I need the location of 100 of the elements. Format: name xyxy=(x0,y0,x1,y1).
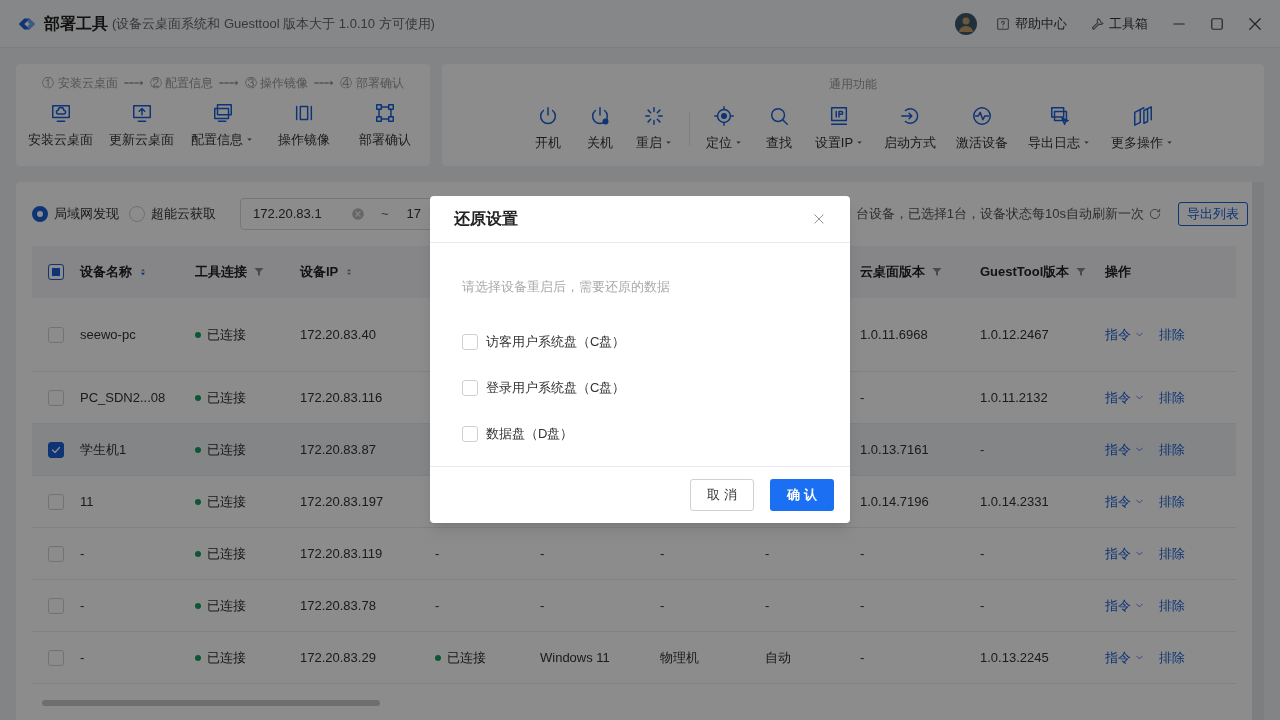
filter-icon xyxy=(931,266,943,278)
toolbar-button[interactable]: 启动方式 xyxy=(874,105,947,153)
command-link[interactable]: 指令 xyxy=(1105,491,1145,512)
toolbar-button[interactable]: 部署确认 xyxy=(345,102,426,150)
radio-option[interactable]: 超能云获取 xyxy=(129,204,216,224)
horizontal-scrollbar[interactable] xyxy=(42,700,380,706)
table-cell-text: 已连接 xyxy=(207,492,246,511)
table-cell-text: 已连接 xyxy=(207,544,246,563)
table-cell-text: - xyxy=(980,544,985,563)
table-cell-text: 11 xyxy=(80,492,94,511)
dashed-arrow-icon xyxy=(121,78,146,88)
exclude-link[interactable]: 排除 xyxy=(1159,439,1185,460)
pulse-circle-icon xyxy=(971,105,994,127)
toolbar-link[interactable]: 帮助中心 xyxy=(995,13,1067,34)
monitor-stack-icon xyxy=(211,102,234,124)
command-link[interactable]: 指令 xyxy=(1105,543,1145,564)
restore-option-checkbox[interactable]: 登录用户系统盘（C盘） xyxy=(462,364,818,411)
table-cell-text: Windows 11 xyxy=(540,648,610,667)
toolbar-button[interactable]: 配置信息 xyxy=(182,102,263,150)
dialog-hint: 请选择设备重启后，需要还原的数据 xyxy=(462,278,671,296)
table-cell-text: - xyxy=(980,440,985,459)
table-cell-text: - xyxy=(860,648,865,667)
table-cell-text: seewo-pc xyxy=(80,325,136,344)
table-cell-text: 172.20.83.197 xyxy=(300,492,384,511)
confirm-button[interactable]: 确 认 xyxy=(770,479,834,511)
toolbar-button[interactable]: 关机 xyxy=(573,105,626,153)
clear-icon xyxy=(351,207,365,221)
toolbar-button[interactable]: 操作镜像 xyxy=(264,102,345,150)
cloud-monitor-icon xyxy=(49,102,72,124)
command-link[interactable]: 指令 xyxy=(1105,324,1145,345)
restore-option-checkbox[interactable]: 数据盘（D盘） xyxy=(462,410,818,457)
column-header[interactable]: GuestTool版本 xyxy=(980,262,1088,282)
loading-rays-icon xyxy=(643,105,666,127)
layers-icon xyxy=(1131,105,1154,127)
table-cell-text: 172.20.83.87 xyxy=(300,440,376,459)
table-cell-text: - xyxy=(765,596,770,615)
table-cell-text: - xyxy=(860,544,865,563)
toolbar-link[interactable]: 工具箱 xyxy=(1089,13,1148,34)
command-link[interactable]: 指令 xyxy=(1105,387,1145,408)
column-header[interactable]: 设备IP xyxy=(300,262,355,282)
table-cell-text: - xyxy=(80,596,85,615)
table-cell-text: 1.0.11.6968 xyxy=(860,325,928,344)
toolbar-button[interactable]: 定位 xyxy=(695,105,753,153)
exclude-link[interactable]: 排除 xyxy=(1159,324,1185,345)
table-cell-text: 172.20.83.116 xyxy=(300,388,383,407)
table-cell-text: PC_SDN2...08 xyxy=(80,388,166,407)
table-cell-text: 172.20.83.78 xyxy=(300,596,376,615)
table-cell-text: 自动 xyxy=(765,648,791,667)
toolbar-button[interactable]: 重启 xyxy=(625,105,683,153)
table-cell-text: 学生机1 xyxy=(80,440,127,459)
filter-icon xyxy=(1075,266,1088,278)
table-cell-text: - xyxy=(540,544,545,563)
toolbar-button[interactable]: 设置IP xyxy=(804,105,875,153)
table-cell-text: 已连接 xyxy=(207,388,246,407)
exclude-link[interactable]: 排除 xyxy=(1159,647,1185,668)
exclude-link[interactable]: 排除 xyxy=(1159,595,1185,616)
exclude-link[interactable]: 排除 xyxy=(1159,491,1185,512)
toolbar-button[interactable]: 激活设备 xyxy=(946,105,1019,153)
column-header[interactable]: 操作 xyxy=(1105,262,1131,282)
table-cell-text: - xyxy=(435,596,440,615)
cancel-button[interactable]: 取 消 xyxy=(690,479,754,511)
toolbar-button[interactable]: 开机 xyxy=(521,105,574,153)
toolbar-button[interactable]: 安装云桌面 xyxy=(20,102,101,150)
table-cell-text: - xyxy=(80,648,85,667)
refresh-icon[interactable] xyxy=(1148,207,1162,221)
command-link[interactable]: 指令 xyxy=(1105,647,1145,668)
table-cell-text: 1.0.11.2132 xyxy=(980,388,1048,407)
table-cell-text: - xyxy=(540,596,545,615)
table-cell-text: - xyxy=(860,388,865,407)
table-cell-text: 172.20.83.40 xyxy=(300,325,376,344)
export-list-button[interactable]: 导出列表 xyxy=(1178,202,1248,226)
select-all-checkbox[interactable] xyxy=(48,264,64,280)
table-cell-text: 已连接 xyxy=(447,648,486,667)
row-checkbox[interactable] xyxy=(48,441,64,458)
command-link[interactable]: 指令 xyxy=(1105,595,1145,616)
close-icon[interactable] xyxy=(812,212,826,226)
column-header[interactable]: 工具连接 xyxy=(195,262,265,282)
command-link[interactable]: 指令 xyxy=(1105,439,1145,460)
radio-option[interactable]: 局域网发现 xyxy=(32,204,119,224)
table-cell-text: - xyxy=(660,596,665,615)
toolbar-button[interactable]: 查找 xyxy=(752,105,805,153)
table-cell-text: 1.0.12.2467 xyxy=(980,325,1049,344)
wrench-icon xyxy=(1089,15,1105,32)
table-cell-text: 1.0.14.2331 xyxy=(980,492,1049,511)
column-header[interactable]: 设备名称 xyxy=(80,262,148,282)
avatar-icon[interactable] xyxy=(955,12,977,35)
table-cell-text: 1.0.14.7196 xyxy=(860,492,929,511)
column-header[interactable]: 云桌面版本 xyxy=(860,262,943,282)
exclude-link[interactable]: 排除 xyxy=(1159,543,1185,564)
table-cell-text: 已连接 xyxy=(207,325,246,344)
restore-option-checkbox[interactable]: 访客用户系统盘（C盘） xyxy=(462,318,818,365)
toolbar-button[interactable]: 更多操作 xyxy=(1101,105,1185,153)
table-cell-text: 已连接 xyxy=(207,596,246,615)
toolbar-button[interactable]: 导出日志 xyxy=(1018,105,1102,153)
exclude-link[interactable]: 排除 xyxy=(1159,387,1185,408)
dialog-title: 还原设置 xyxy=(454,209,518,229)
toolbar-button[interactable]: 更新云桌面 xyxy=(101,102,182,150)
window-title: 部署工具 xyxy=(44,13,108,34)
window-subtitle: (设备云桌面系统和 Guesttool 版本大于 1.0.10 方可使用) xyxy=(112,14,435,33)
table-cell-text: 172.20.83.29 xyxy=(300,648,376,667)
